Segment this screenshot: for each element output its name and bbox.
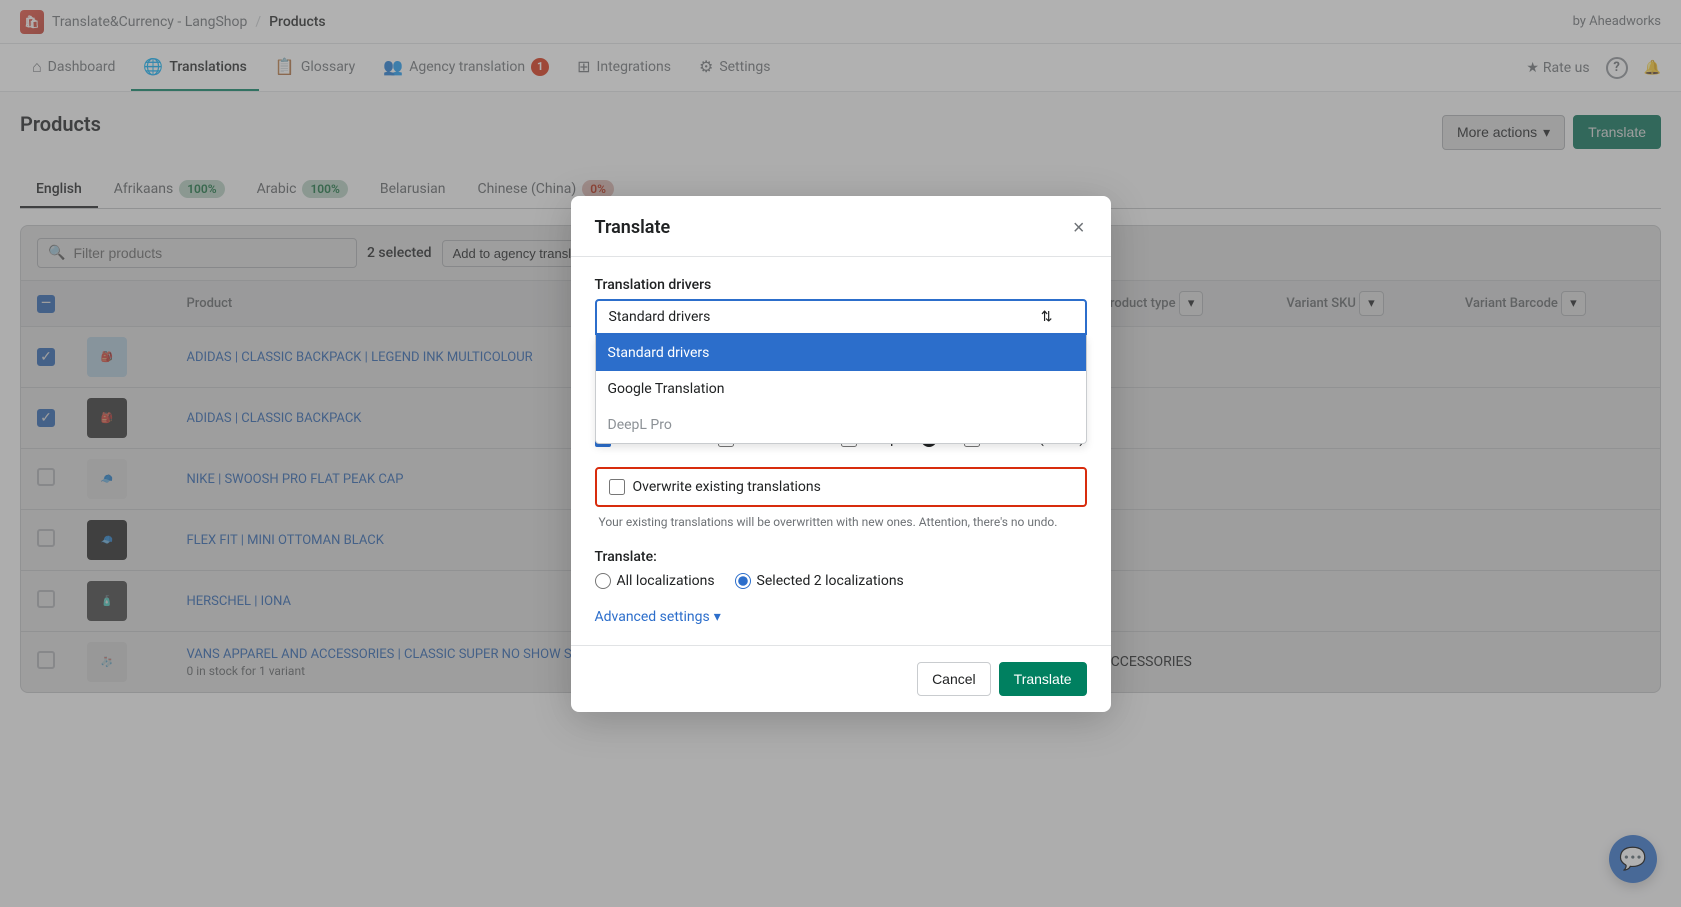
translation-drivers-group: Translation drivers Standard drivers ⇅ S…	[595, 277, 1087, 335]
advanced-chevron-icon: ▾	[714, 609, 721, 625]
dropdown-list: Standard drivers Google Translation Deep…	[595, 335, 1087, 444]
modal-footer: Cancel Translate	[571, 645, 1111, 712]
cancel-button[interactable]: Cancel	[917, 662, 991, 696]
advanced-settings-label: Advanced settings	[595, 609, 710, 625]
modal-body: Translation drivers Standard drivers ⇅ S…	[571, 257, 1111, 645]
dropdown-arrow-icon: ⇅	[1041, 309, 1053, 325]
translation-drivers-dropdown: Standard drivers ⇅ Standard drivers Goog…	[595, 299, 1087, 335]
translate-options-group: Translate: All localizations Selected 2 …	[595, 549, 1087, 589]
radio-all-input[interactable]	[595, 573, 611, 589]
radio-all-localizations[interactable]: All localizations	[595, 573, 715, 589]
advanced-settings-toggle[interactable]: Advanced settings ▾	[595, 609, 1087, 625]
modal-translate-button[interactable]: Translate	[999, 662, 1087, 696]
translation-drivers-label: Translation drivers	[595, 277, 1087, 293]
dropdown-field[interactable]: Standard drivers ⇅	[595, 299, 1087, 335]
radio-selected-localizations[interactable]: Selected 2 localizations	[735, 573, 904, 589]
translate-options-label: Translate:	[595, 549, 1087, 565]
overwrite-label: Overwrite existing translations	[633, 479, 821, 495]
selected-driver-label: Standard drivers	[609, 309, 711, 325]
overwrite-checkbox[interactable]	[609, 479, 625, 495]
driver-option-google[interactable]: Google Translation	[596, 371, 1086, 407]
radio-selected-label: Selected 2 localizations	[757, 573, 904, 589]
radio-all-label: All localizations	[617, 573, 715, 589]
translate-radio-group: All localizations Selected 2 localizatio…	[595, 573, 1087, 589]
radio-selected-input[interactable]	[735, 573, 751, 589]
driver-option-standard[interactable]: Standard drivers	[596, 335, 1086, 371]
overwrite-box: Overwrite existing translations	[595, 467, 1087, 507]
modal-header: Translate ×	[571, 196, 1111, 257]
translate-modal: Translate × Translation drivers Standard…	[571, 196, 1111, 712]
overwrite-note: Your existing translations will be overw…	[595, 515, 1087, 529]
modal-close-button[interactable]: ×	[1071, 216, 1087, 240]
modal-overlay[interactable]: Translate × Translation drivers Standard…	[0, 0, 1681, 907]
driver-option-deepl: DeepL Pro	[596, 407, 1086, 443]
modal-title: Translate	[595, 217, 671, 238]
